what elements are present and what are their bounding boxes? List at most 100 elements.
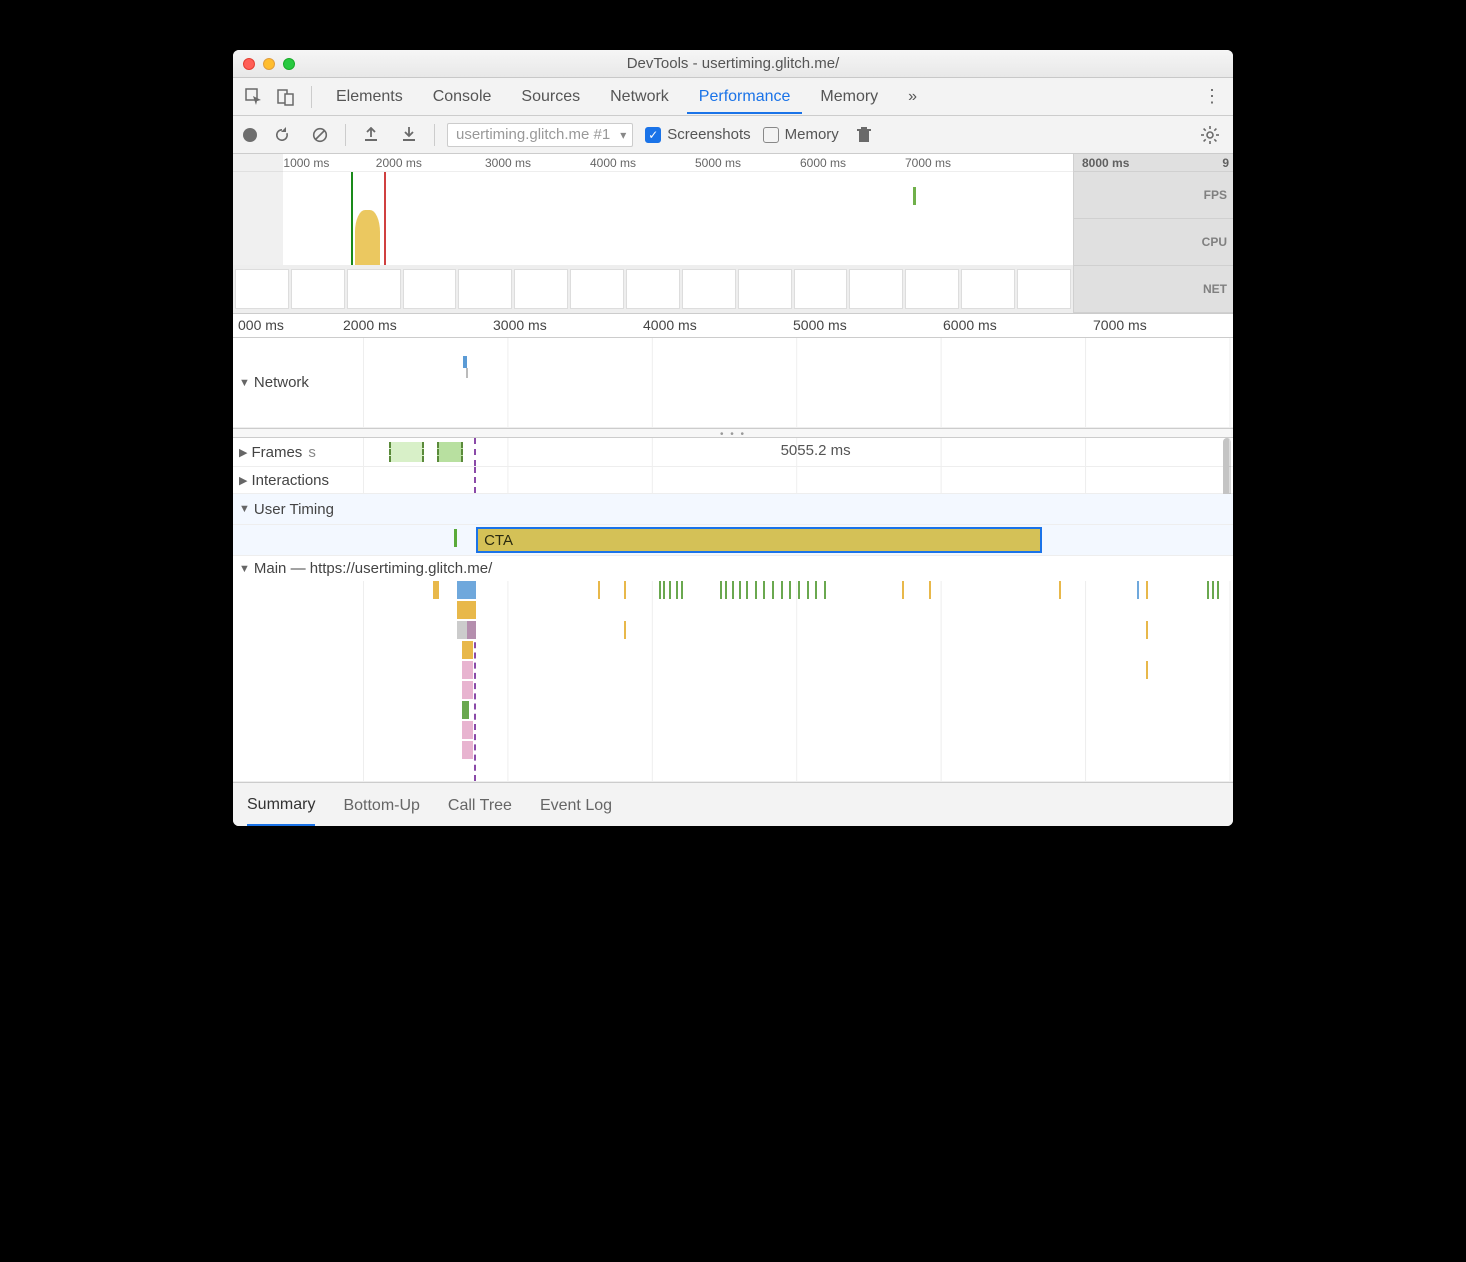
flame-event[interactable] xyxy=(763,581,765,599)
flame-event[interactable] xyxy=(781,581,783,599)
flame-event[interactable] xyxy=(457,621,467,639)
flame-event[interactable] xyxy=(676,581,678,599)
flame-event[interactable] xyxy=(462,721,472,739)
flame-event[interactable] xyxy=(789,581,791,599)
flame-event[interactable] xyxy=(1212,581,1214,599)
tab-console[interactable]: Console xyxy=(421,80,504,114)
tab-memory[interactable]: Memory xyxy=(808,80,890,114)
panel-splitter[interactable]: • • • xyxy=(233,428,1233,438)
network-request-bar[interactable] xyxy=(463,356,467,368)
flame-event[interactable] xyxy=(659,581,661,599)
flame-event[interactable] xyxy=(433,581,439,599)
filmstrip-frame xyxy=(570,269,624,309)
flame-event[interactable] xyxy=(902,581,904,599)
more-icon[interactable]: ⋮ xyxy=(1199,84,1225,110)
network-track-header[interactable]: ▼ Network xyxy=(233,338,363,427)
tab-performance[interactable]: Performance xyxy=(687,80,803,114)
frame-segment[interactable] xyxy=(437,442,463,462)
window-controls xyxy=(243,58,295,70)
flame-event[interactable] xyxy=(746,581,748,599)
flame-event[interactable] xyxy=(663,581,665,599)
tab-network[interactable]: Network xyxy=(598,80,681,114)
filmstrip-frame xyxy=(905,269,959,309)
settings-icon[interactable] xyxy=(1197,122,1223,148)
chevron-down-icon: ▼ xyxy=(239,377,250,389)
flame-event[interactable] xyxy=(1207,581,1209,599)
flame-event[interactable] xyxy=(462,741,472,759)
flame-event[interactable] xyxy=(457,581,476,599)
flame-event[interactable] xyxy=(462,661,472,679)
overview-marker-green xyxy=(351,172,353,265)
device-toolbar-icon[interactable] xyxy=(273,84,299,110)
frames-track-label: Frames xyxy=(251,444,302,461)
flamechart-ruler[interactable]: 000 ms 2000 ms 3000 ms 4000 ms 5000 ms 6… xyxy=(233,314,1233,338)
overview-ruler: 1000 ms 2000 ms 3000 ms 4000 ms 5000 ms … xyxy=(233,154,1073,172)
flame-event[interactable] xyxy=(1146,581,1148,599)
overview-timeline[interactable]: 1000 ms 2000 ms 3000 ms 4000 ms 5000 ms … xyxy=(233,154,1233,314)
flame-event[interactable] xyxy=(815,581,817,599)
zoom-window-button[interactable] xyxy=(283,58,295,70)
perf-toolbar: usertiming.glitch.me #1 ✓ Screenshots Me… xyxy=(233,116,1233,154)
inspect-element-icon[interactable] xyxy=(241,84,267,110)
frames-track: ▶ Frames s 5055.2 ms xyxy=(233,438,1233,467)
flame-event[interactable] xyxy=(755,581,757,599)
flame-event[interactable] xyxy=(798,581,800,599)
main-thread-content xyxy=(233,581,1233,782)
record-button[interactable] xyxy=(243,128,257,142)
flame-event[interactable] xyxy=(739,581,741,599)
flame-event[interactable] xyxy=(1217,581,1219,599)
frames-track-header[interactable]: ▶ Frames s xyxy=(233,438,363,466)
tab-call-tree[interactable]: Call Tree xyxy=(448,785,512,825)
garbage-collect-icon[interactable] xyxy=(851,122,877,148)
flame-event[interactable] xyxy=(624,581,626,599)
tab-bottom-up[interactable]: Bottom-Up xyxy=(343,785,419,825)
tab-sources[interactable]: Sources xyxy=(509,80,592,114)
flame-event[interactable] xyxy=(1059,581,1061,599)
flame-event[interactable] xyxy=(462,681,472,699)
filmstrip-frame xyxy=(738,269,792,309)
flame-event[interactable] xyxy=(598,581,600,599)
load-profile-icon[interactable] xyxy=(358,122,384,148)
frame-boundary xyxy=(474,438,476,466)
flame-event[interactable] xyxy=(824,581,826,599)
flame-event[interactable] xyxy=(462,701,469,719)
main-thread-header[interactable]: ▼ Main — https://usertiming.glitch.me/ xyxy=(233,556,1233,581)
filmstrip-frame xyxy=(849,269,903,309)
flame-event[interactable] xyxy=(1146,661,1148,679)
save-profile-icon[interactable] xyxy=(396,122,422,148)
flame-event[interactable] xyxy=(1137,581,1139,599)
network-request-bar[interactable] xyxy=(466,368,468,378)
screenshots-checkbox[interactable]: ✓ Screenshots xyxy=(645,126,750,143)
flame-event[interactable] xyxy=(462,641,472,659)
recording-select[interactable]: usertiming.glitch.me #1 xyxy=(447,123,633,147)
flame-event[interactable] xyxy=(624,621,626,639)
clear-icon[interactable] xyxy=(307,122,333,148)
user-timing-mark[interactable] xyxy=(454,529,457,547)
devtools-tabs: Elements Console Sources Network Perform… xyxy=(233,78,1233,116)
flame-event[interactable] xyxy=(467,621,476,639)
flame-event[interactable] xyxy=(807,581,809,599)
flame-event[interactable] xyxy=(725,581,727,599)
flame-event[interactable] xyxy=(681,581,683,599)
memory-checkbox[interactable]: Memory xyxy=(763,126,839,143)
tabs-overflow[interactable]: » xyxy=(896,80,929,114)
interactions-track-header[interactable]: ▶ Interactions xyxy=(233,467,363,493)
flame-event[interactable] xyxy=(669,581,671,599)
flame-event[interactable] xyxy=(929,581,931,599)
user-timing-measure-cta[interactable]: CTA xyxy=(476,527,1042,553)
user-timing-track-header[interactable]: ▼ User Timing xyxy=(233,494,363,524)
flame-event[interactable] xyxy=(1146,621,1148,639)
user-timing-track: ▼ User Timing xyxy=(233,494,1233,525)
reload-icon[interactable] xyxy=(269,122,295,148)
flame-event[interactable] xyxy=(772,581,774,599)
frame-segment[interactable] xyxy=(389,442,424,462)
flame-event[interactable] xyxy=(732,581,734,599)
close-window-button[interactable] xyxy=(243,58,255,70)
filmstrip-frame xyxy=(626,269,680,309)
flame-event[interactable] xyxy=(720,581,722,599)
tab-event-log[interactable]: Event Log xyxy=(540,785,612,825)
tab-elements[interactable]: Elements xyxy=(324,80,415,114)
flame-event[interactable] xyxy=(457,601,476,619)
minimize-window-button[interactable] xyxy=(263,58,275,70)
tab-summary[interactable]: Summary xyxy=(247,784,315,826)
